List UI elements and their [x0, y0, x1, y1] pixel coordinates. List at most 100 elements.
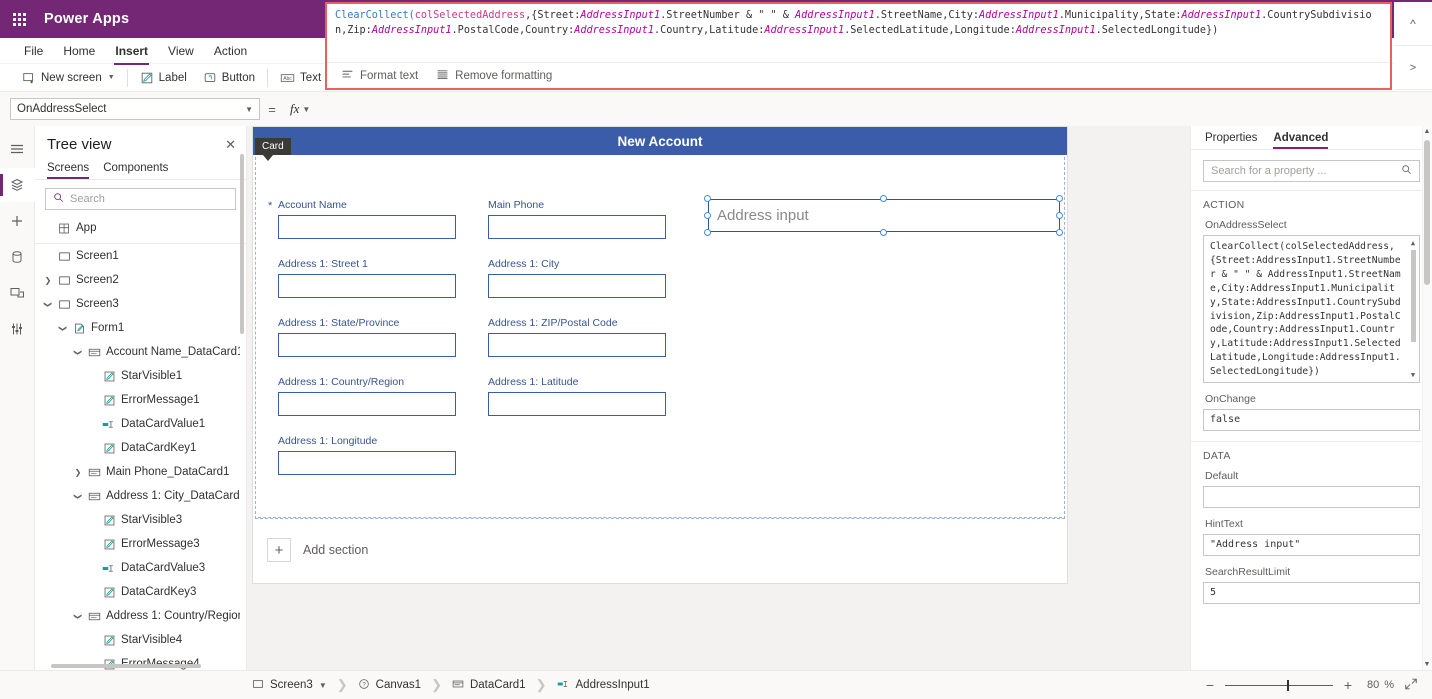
tree-node-app[interactable]: App [35, 216, 246, 240]
waffle-grid-icon[interactable] [0, 0, 38, 38]
resize-handle[interactable] [1056, 195, 1063, 202]
chevron-down-icon[interactable]: ▼ [319, 681, 327, 690]
tree-node-list[interactable]: App Screen1 ❯ Screen2 ❯ Screen3 ❯ Form1 ❯ Account… [35, 216, 246, 670]
formula-editor[interactable]: ClearCollect(colSelectedAddress,{Street:… [325, 2, 1392, 90]
property-selector[interactable]: OnAddressSelect ▼ [10, 98, 260, 120]
field-input[interactable] [278, 215, 456, 239]
form-body[interactable]: * Account Name Main Phone Address 1: Street… [255, 157, 1065, 519]
chevron-up-icon[interactable]: ^ [1394, 2, 1432, 46]
form-field-address-1-country-region[interactable]: Address 1: Country/Region [278, 376, 456, 416]
tree-view-icon[interactable] [0, 168, 35, 202]
chevron-down-icon[interactable]: ❯ [74, 609, 83, 623]
tree-node-address-1-country-region-datacard[interactable]: ❯ Address 1: Country/Region_DataCard [35, 604, 246, 628]
resize-handle[interactable] [704, 212, 711, 219]
properties-body[interactable]: ACTION OnAddressSelect ClearCollect(colS… [1191, 190, 1432, 670]
remove-formatting-button[interactable]: Remove formatting [436, 68, 552, 84]
address-input-control[interactable]: Address input [704, 195, 1063, 236]
field-input[interactable] [488, 333, 666, 357]
properties-scroll-track[interactable]: ▲ ▼ [1422, 126, 1432, 670]
resize-handle[interactable] [880, 195, 887, 202]
resize-handle[interactable] [1056, 229, 1063, 236]
tree-node-datacardkey3[interactable]: DataCardKey3 [35, 580, 246, 604]
field-input[interactable] [278, 451, 456, 475]
menu-item-insert[interactable]: Insert [105, 41, 158, 65]
menu-item-home[interactable]: Home [53, 41, 105, 61]
chevron-down-icon[interactable]: ❯ [74, 345, 83, 359]
tree-node-errormessage3[interactable]: ErrorMessage3 [35, 532, 246, 556]
tab-screens[interactable]: Screens [47, 159, 90, 179]
ribbon-button[interactable]: Button [195, 66, 263, 90]
tree-node-datacardkey1[interactable]: DataCardKey1 [35, 436, 246, 460]
tree-node-screen3[interactable]: ❯ Screen3 [35, 292, 246, 316]
chevron-down-icon[interactable]: ❯ [44, 297, 53, 311]
tree-node-form1[interactable]: ❯ Form1 [35, 316, 246, 340]
field-input[interactable] [278, 392, 456, 416]
canvas-area[interactable]: New Account * Account Name Main Phone Addre… [247, 126, 1190, 670]
address-input-box[interactable]: Address input [708, 199, 1060, 232]
chevron-right-icon[interactable]: ❯ [71, 468, 85, 477]
form-field-main-phone[interactable]: Main Phone [488, 199, 666, 239]
tree-node-starvisible3[interactable]: StarVisible3 [35, 508, 246, 532]
insert-plus-icon[interactable] [0, 204, 35, 238]
field-input[interactable] [278, 333, 456, 357]
properties-scrollbar-thumb[interactable] [1424, 140, 1430, 285]
tab-properties[interactable]: Properties [1205, 132, 1257, 149]
form-field-address-1-latitude[interactable]: Address 1: Latitude [488, 376, 666, 416]
default-input[interactable] [1203, 486, 1420, 508]
zoom-out-button[interactable]: − [1199, 677, 1221, 693]
chevron-right-icon[interactable]: > [1394, 46, 1432, 90]
resize-handle[interactable] [1056, 212, 1063, 219]
form-field-address-1-zip-postal-code[interactable]: Address 1: ZIP/Postal Code [488, 317, 666, 357]
resize-handle[interactable] [880, 229, 887, 236]
tab-components[interactable]: Components [103, 159, 168, 179]
tree-node-account-name-datacard1[interactable]: ❯ Account Name_DataCard1 [35, 340, 246, 364]
tree-node-datacardvalue1[interactable]: DataCardValue1 [35, 412, 246, 436]
hamburger-menu-icon[interactable] [0, 132, 35, 166]
menu-item-file[interactable]: File [14, 41, 53, 61]
fx-button[interactable]: fx ▼ [284, 98, 316, 120]
ribbon-label[interactable]: Label [132, 66, 195, 90]
tree-node-errormessage1[interactable]: ErrorMessage1 [35, 388, 246, 412]
field-input[interactable] [488, 392, 666, 416]
data-icon[interactable] [0, 240, 35, 274]
resize-handle[interactable] [704, 195, 711, 202]
add-section-button[interactable]: + Add section [267, 538, 368, 562]
breadcrumb-item-canvas1[interactable]: ? Canvas1 [354, 678, 425, 693]
breadcrumb-item-datacard1[interactable]: DataCard1 [448, 678, 530, 693]
chevron-down-icon[interactable]: ▼ [1409, 370, 1417, 380]
onaddressselect-code-input[interactable]: ClearCollect(colSelectedAddress,{Street:… [1203, 235, 1420, 383]
resize-handle[interactable] [704, 229, 711, 236]
chevron-down-icon[interactable]: ▼ [1423, 661, 1431, 668]
form-field-address-1-street-1[interactable]: Address 1: Street 1 [278, 258, 456, 298]
hinttext-input[interactable]: "Address input" [1203, 534, 1420, 556]
ribbon-new-screen[interactable]: New screen ▼ [14, 66, 123, 90]
menu-item-view[interactable]: View [158, 41, 204, 61]
zoom-slider-thumb[interactable] [1286, 679, 1289, 691]
tree-search-input[interactable]: Search [45, 188, 236, 210]
tree-node-screen1[interactable]: Screen1 [35, 244, 246, 268]
chevron-right-icon[interactable]: ❯ [41, 276, 55, 285]
form-container[interactable]: New Account * Account Name Main Phone Addre… [252, 126, 1068, 584]
form-field-address-1-state-province[interactable]: Address 1: State/Province [278, 317, 456, 357]
property-search-input[interactable]: Search for a property ... [1203, 160, 1420, 182]
format-text-button[interactable]: Format text [341, 68, 418, 84]
tree-node-starvisible1[interactable]: StarVisible1 [35, 364, 246, 388]
form-field-account-name[interactable]: * Account Name [268, 199, 456, 239]
breadcrumb-item-screen3[interactable]: Screen3 ▼ [248, 678, 331, 693]
field-input[interactable] [488, 274, 666, 298]
advanced-tools-icon[interactable] [0, 312, 35, 346]
close-icon[interactable]: ✕ [225, 137, 236, 153]
code-scrollbar[interactable]: ▲ ▼ [1409, 238, 1417, 380]
fit-screen-icon[interactable] [1404, 677, 1418, 694]
tree-node-datacardvalue3[interactable]: DataCardValue3 [35, 556, 246, 580]
tab-advanced[interactable]: Advanced [1273, 132, 1328, 149]
tree-vertical-scrollbar[interactable] [240, 154, 244, 334]
tree-node-address-1-city-datacard1[interactable]: ❯ Address 1: City_DataCard1 [35, 484, 246, 508]
formula-expression[interactable]: ClearCollect(colSelectedAddress,{Street:… [327, 4, 1390, 43]
menu-item-action[interactable]: Action [204, 41, 257, 61]
field-input[interactable] [488, 215, 666, 239]
searchresultlimit-input[interactable]: 5 [1203, 582, 1420, 604]
tree-node-screen2[interactable]: ❯ Screen2 [35, 268, 246, 292]
onchange-input[interactable]: false [1203, 409, 1420, 431]
chevron-up-icon[interactable]: ▲ [1423, 128, 1431, 135]
